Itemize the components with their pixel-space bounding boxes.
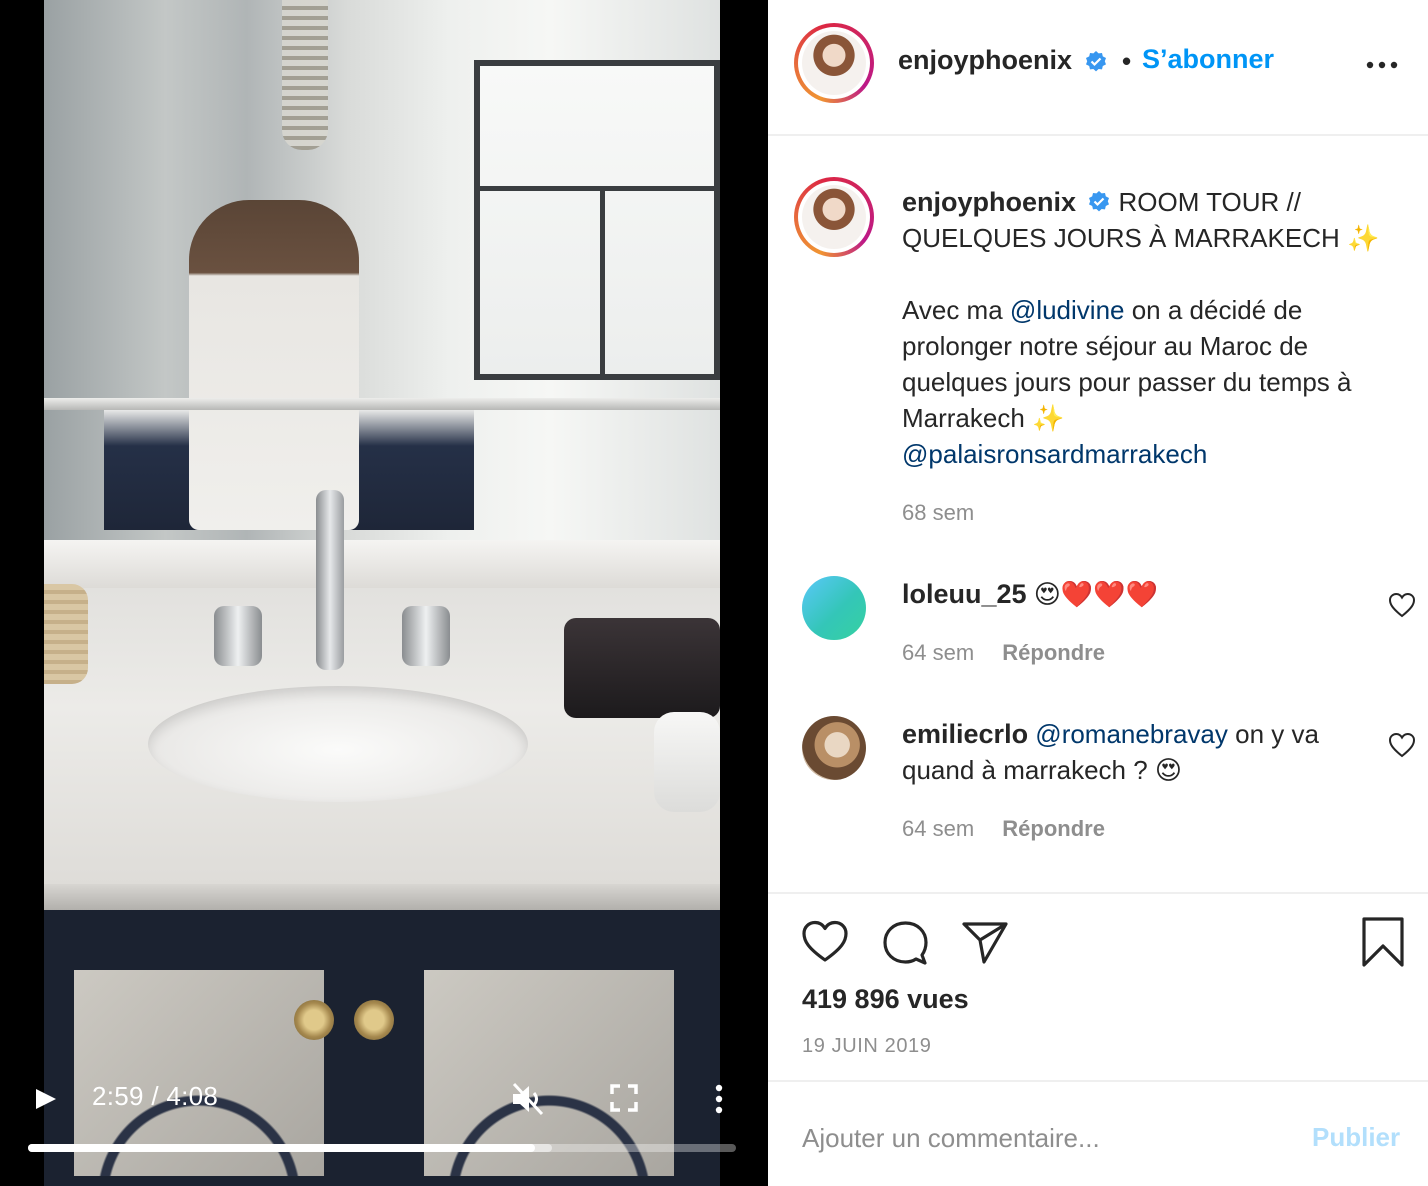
commenter-username[interactable]: emiliecrlo xyxy=(902,719,1028,749)
video-player[interactable]: 2:59 / 4:08 xyxy=(0,0,768,1186)
sparkles-emoji: ✨ xyxy=(1346,223,1380,253)
cabinet-door-left xyxy=(64,960,334,1186)
left-tap xyxy=(214,606,262,666)
comment-timestamp[interactable]: 64 sem xyxy=(902,640,974,665)
paper-plane-icon[interactable] xyxy=(960,918,1010,966)
divider xyxy=(768,1080,1428,1082)
reply-button[interactable]: Répondre xyxy=(1002,816,1105,841)
header-separator: • xyxy=(1122,46,1132,76)
publish-button[interactable]: Publier xyxy=(1312,1122,1400,1153)
makeup-bag xyxy=(564,618,720,718)
comment-meta: 64 sem Répondre xyxy=(902,816,1105,842)
vertical-dots-icon[interactable] xyxy=(708,1080,730,1118)
video-time-display: 2:59 / 4:08 xyxy=(92,1081,219,1111)
woven-basket xyxy=(44,584,88,684)
mirror-shelf xyxy=(44,398,720,410)
author-username[interactable]: enjoyphoenix xyxy=(898,45,1072,76)
cabinet-door-right xyxy=(414,960,684,1186)
verified-badge-icon xyxy=(1089,191,1110,212)
cabinet-knob-left xyxy=(294,1000,334,1040)
right-tap xyxy=(402,606,450,666)
comment-body: 😍❤️❤️❤️ xyxy=(1033,579,1159,609)
comment-like-heart-icon[interactable] xyxy=(1388,732,1416,758)
faucet xyxy=(316,490,344,670)
caption-timestamp[interactable]: 68 sem xyxy=(902,500,974,526)
mention-link[interactable]: @palaisronsardmarrakech xyxy=(902,439,1207,469)
post-sidebar: enjoyphoenix • S’abonner enjoyphoenix RO… xyxy=(768,0,1428,1186)
sink-basin xyxy=(148,686,528,802)
caption-author-avatar[interactable] xyxy=(794,177,874,257)
video-progress-bar[interactable] xyxy=(28,1144,736,1152)
post-caption: enjoyphoenix ROOM TOUR // QUELQUES JOURS… xyxy=(902,184,1412,472)
video-progress-fill xyxy=(28,1144,535,1152)
comment-text: emiliecrlo @romanebravay on y va quand à… xyxy=(902,716,1362,788)
heart-icon[interactable] xyxy=(800,918,850,966)
views-count[interactable]: 419 896 vues xyxy=(802,984,969,1015)
commenter-username[interactable]: loleuu_25 xyxy=(902,579,1027,609)
commenter-avatar[interactable] xyxy=(802,716,866,780)
play-icon[interactable] xyxy=(28,1080,62,1118)
cabinet-knob-right xyxy=(354,1000,394,1040)
person-reflection xyxy=(189,200,359,530)
comment-bubble-icon[interactable] xyxy=(880,918,930,966)
comment-text: loleuu_25 😍❤️❤️❤️ xyxy=(902,576,1362,612)
commenter-avatar[interactable] xyxy=(802,576,866,640)
more-dots-icon[interactable] xyxy=(1364,58,1400,72)
counter-edge xyxy=(44,884,720,910)
marble-backsplash xyxy=(44,540,720,590)
post-date[interactable]: 19 JUIN 2019 xyxy=(802,1035,932,1058)
follow-button[interactable]: S’abonner xyxy=(1142,44,1274,75)
author-avatar[interactable] xyxy=(794,23,874,103)
comment-like-heart-icon[interactable] xyxy=(1388,592,1416,618)
fullscreen-icon[interactable] xyxy=(608,1082,640,1114)
reply-button[interactable]: Répondre xyxy=(1002,640,1105,665)
caption-username[interactable]: enjoyphoenix xyxy=(902,187,1076,217)
mention-link[interactable]: @ludivine xyxy=(1010,295,1125,325)
chandelier xyxy=(282,0,328,150)
comment-input[interactable] xyxy=(802,1116,1282,1160)
bookmark-icon[interactable] xyxy=(1360,916,1406,968)
mention-link[interactable]: @romanebravay xyxy=(1035,719,1228,749)
comment-meta: 64 sem Répondre xyxy=(902,640,1105,666)
caption-body-start: Avec ma xyxy=(902,295,1003,325)
muted-speaker-icon[interactable] xyxy=(508,1080,548,1118)
comment-timestamp[interactable]: 64 sem xyxy=(902,816,974,841)
mirrored-window xyxy=(474,60,720,380)
divider xyxy=(768,892,1428,894)
rolled-towel xyxy=(654,712,720,812)
verified-badge-icon xyxy=(1086,51,1106,72)
post-header: enjoyphoenix • S’abonner xyxy=(768,0,1428,136)
video-frame[interactable] xyxy=(44,0,720,1186)
sparkles-emoji: ✨ xyxy=(1032,403,1065,433)
